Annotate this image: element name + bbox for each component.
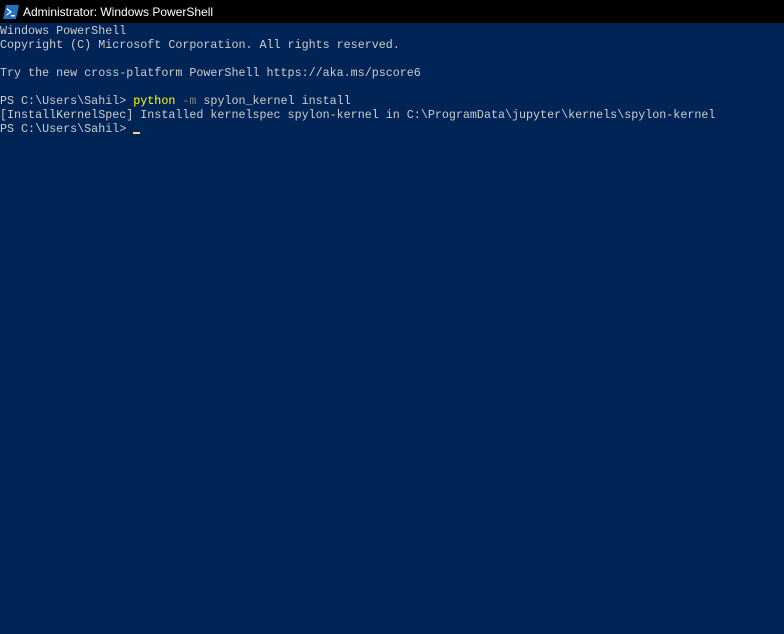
command-executable: python bbox=[133, 94, 176, 108]
tip-line: Try the new cross-platform PowerShell ht… bbox=[0, 66, 421, 80]
powershell-icon bbox=[3, 4, 19, 19]
prompt: PS C:\Users\Sahil> bbox=[0, 94, 134, 108]
window-title: Administrator: Windows PowerShell bbox=[23, 4, 214, 19]
command-parameter: -m bbox=[182, 94, 197, 108]
current-prompt-line[interactable]: PS C:\Users\Sahil> bbox=[0, 122, 784, 136]
prompt: PS C:\Users\Sahil> bbox=[0, 122, 134, 136]
copyright-line: Copyright (C) Microsoft Corporation. All… bbox=[0, 38, 400, 52]
output-line: [InstallKernelSpec] Installed kernelspec… bbox=[0, 108, 716, 122]
powershell-window: Administrator: Windows PowerShell Window… bbox=[0, 0, 784, 634]
command-line: PS C:\Users\Sahil> python -m spylon_kern… bbox=[0, 94, 784, 108]
command-arguments: spylon_kernel install bbox=[203, 94, 351, 108]
console-area[interactable]: Windows PowerShell Copyright (C) Microso… bbox=[0, 23, 784, 634]
banner-line: Windows PowerShell bbox=[0, 24, 127, 38]
text-cursor bbox=[133, 132, 141, 134]
title-bar[interactable]: Administrator: Windows PowerShell bbox=[0, 0, 784, 23]
